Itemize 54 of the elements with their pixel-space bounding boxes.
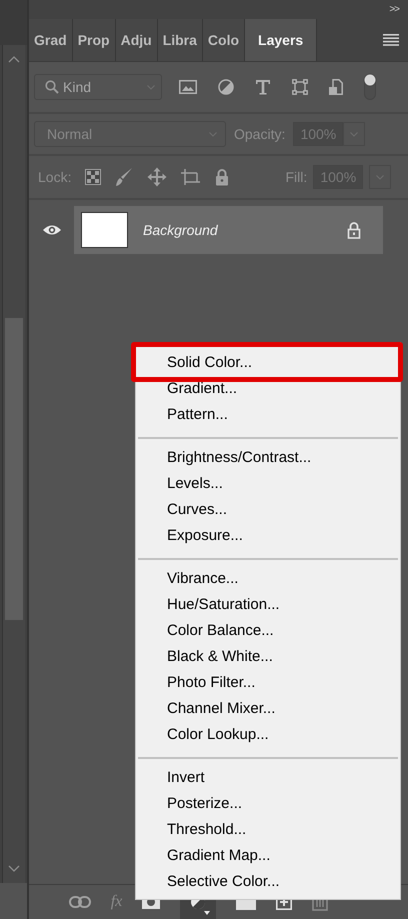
menu-item[interactable]: Brightness/Contrast... bbox=[136, 445, 400, 471]
lock-label: Lock: bbox=[38, 169, 72, 185]
panel-tab[interactable]: Colo bbox=[202, 19, 246, 61]
lock-icon[interactable] bbox=[215, 168, 230, 186]
menu-item[interactable]: Gradient Map... bbox=[136, 843, 400, 869]
opacity-label: Opacity: bbox=[234, 126, 286, 142]
menu-item[interactable]: Gradient... bbox=[136, 376, 400, 402]
caret-icon bbox=[376, 174, 384, 180]
caret-icon bbox=[350, 132, 358, 136]
menu-item[interactable]: Color Lookup... bbox=[136, 722, 400, 748]
menu-item[interactable]: Invert bbox=[136, 765, 400, 791]
scroll-down-icon[interactable] bbox=[8, 865, 20, 873]
image-icon[interactable] bbox=[179, 80, 197, 94]
brush-icon[interactable] bbox=[115, 167, 134, 187]
menu-icon[interactable] bbox=[383, 34, 399, 46]
link-icon[interactable] bbox=[68, 896, 91, 908]
layer-item[interactable]: Background bbox=[74, 206, 383, 254]
menu-item[interactable]: Channel Mixer... bbox=[136, 696, 400, 722]
checkerboard-icon[interactable] bbox=[85, 169, 102, 185]
scroll-up-icon[interactable] bbox=[8, 55, 20, 63]
eye-icon[interactable] bbox=[42, 224, 62, 236]
menu-item[interactable]: Hue/Saturation... bbox=[136, 592, 400, 618]
fill-label: Fill: bbox=[285, 169, 308, 185]
caret-icon bbox=[204, 911, 210, 915]
menu-item[interactable]: Color Balance... bbox=[136, 618, 400, 644]
menu-item[interactable]: Photo Filter... bbox=[136, 670, 400, 696]
scrollbar-thumb[interactable] bbox=[5, 318, 23, 620]
smart-object-icon[interactable] bbox=[329, 79, 343, 95]
menu-item[interactable]: Curves... bbox=[136, 497, 400, 523]
artboard-icon[interactable] bbox=[181, 168, 202, 186]
menu-item[interactable]: Posterize... bbox=[136, 791, 400, 817]
panel-tab[interactable]: Layers bbox=[245, 19, 318, 61]
move-icon[interactable] bbox=[147, 167, 168, 187]
menu-item[interactable]: Levels... bbox=[136, 471, 400, 497]
caret-icon bbox=[147, 84, 155, 90]
collapse-panel-button[interactable]: >> bbox=[389, 4, 399, 15]
menu-item[interactable]: Black & White... bbox=[136, 644, 400, 670]
menu-item[interactable]: Solid Color... bbox=[136, 350, 400, 376]
caret-icon bbox=[209, 132, 217, 136]
panel-tab[interactable]: Grad bbox=[29, 19, 73, 61]
filter-toggle[interactable] bbox=[364, 74, 376, 100]
menu-item[interactable]: Vibrance... bbox=[136, 566, 400, 592]
panel-tab[interactable]: Adju bbox=[116, 19, 158, 61]
panel-tab[interactable]: Prop bbox=[72, 19, 116, 61]
panel-tab[interactable]: Libra bbox=[158, 19, 203, 61]
layer-thumbnail bbox=[81, 212, 128, 248]
half-circle-icon[interactable] bbox=[218, 79, 234, 95]
menu-item[interactable]: Pattern... bbox=[136, 402, 400, 428]
type-icon[interactable] bbox=[255, 79, 271, 95]
search-icon bbox=[45, 80, 59, 94]
menu-item[interactable]: Selective Color... bbox=[136, 869, 400, 895]
menu-item[interactable]: Exposure... bbox=[136, 523, 400, 549]
menu-item[interactable]: Threshold... bbox=[136, 817, 400, 843]
transform-icon[interactable] bbox=[292, 79, 308, 95]
